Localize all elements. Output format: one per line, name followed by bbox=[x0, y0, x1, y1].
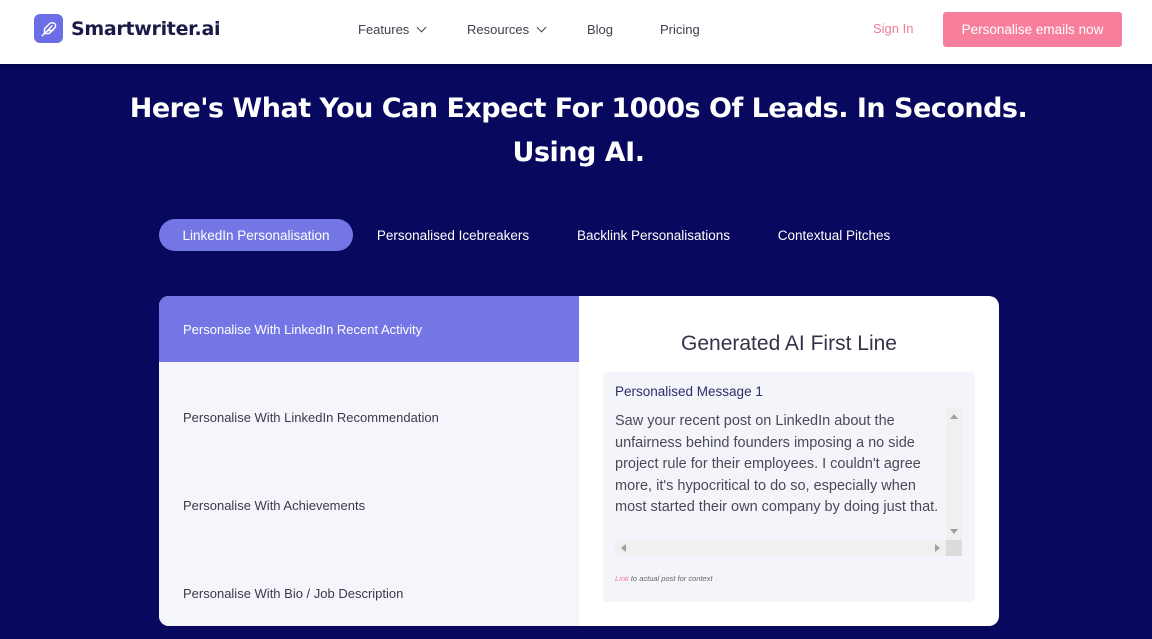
nav-blog-label: Blog bbox=[587, 21, 614, 37]
brand-name: Smartwriter.ai bbox=[71, 17, 221, 40]
page-title-line-2: Using AI. bbox=[512, 137, 645, 168]
option-achievements[interactable]: Personalise With Achievements bbox=[159, 472, 579, 538]
scroll-left-icon[interactable] bbox=[621, 544, 626, 552]
nav-resources-label: Resources bbox=[467, 21, 530, 37]
sign-in-link[interactable]: Sign In bbox=[873, 21, 913, 36]
tab-contextual-pitches[interactable]: Contextual Pitches bbox=[766, 219, 902, 251]
page-title-line-1: Here's What You Can Expect For 1000s Of … bbox=[129, 93, 1028, 124]
nav-features[interactable]: Features bbox=[358, 0, 427, 58]
site-header: Smartwriter.ai Features Resources Blog P… bbox=[0, 0, 1152, 64]
option-list: Personalise With LinkedIn Recent Activit… bbox=[159, 296, 579, 626]
page-title: Here's What You Can Expect For 1000s Of … bbox=[0, 87, 1152, 175]
personalisation-card: Personalise With LinkedIn Recent Activit… bbox=[159, 296, 999, 626]
nav-pricing[interactable]: Pricing bbox=[660, 0, 700, 58]
tab-personalised-icebreakers[interactable]: Personalised Icebreakers bbox=[364, 219, 542, 251]
context-note-text: to actual post for context bbox=[628, 574, 713, 583]
generated-title: Generated AI First Line bbox=[681, 332, 897, 355]
resize-handle[interactable] bbox=[946, 540, 962, 556]
context-note: Link to actual post for context bbox=[615, 574, 713, 583]
vertical-scrollbar[interactable] bbox=[946, 408, 962, 540]
nav-resources[interactable]: Resources bbox=[467, 0, 547, 58]
tab-linkedin-personalisation[interactable]: LinkedIn Personalisation bbox=[159, 219, 353, 251]
nav-pricing-label: Pricing bbox=[660, 21, 700, 37]
feather-icon bbox=[34, 14, 63, 43]
scroll-right-icon[interactable] bbox=[935, 544, 940, 552]
personalise-emails-button[interactable]: Personalise emails now bbox=[943, 12, 1122, 47]
nav-features-label: Features bbox=[358, 21, 410, 37]
message-panel: Personalised Message 1 Saw your recent p… bbox=[603, 372, 975, 602]
nav-blog[interactable]: Blog bbox=[587, 0, 613, 58]
message-text: Saw your recent post on LinkedIn about t… bbox=[615, 413, 939, 516]
option-linkedin-recommendation[interactable]: Personalise With LinkedIn Recommendation bbox=[159, 384, 579, 450]
chevron-down-icon bbox=[536, 22, 547, 32]
message-label: Personalised Message 1 bbox=[615, 384, 763, 399]
option-bio-job-description[interactable]: Personalise With Bio / Job Description bbox=[159, 560, 579, 626]
scroll-down-icon[interactable] bbox=[950, 529, 958, 534]
scroll-up-icon[interactable] bbox=[950, 414, 958, 419]
option-linkedin-recent-activity[interactable]: Personalise With LinkedIn Recent Activit… bbox=[159, 296, 579, 362]
post-link[interactable]: Link bbox=[615, 574, 629, 583]
message-textarea[interactable]: Saw your recent post on LinkedIn about t… bbox=[615, 408, 962, 556]
horizontal-scrollbar[interactable] bbox=[615, 540, 946, 556]
tab-backlink-personalisations[interactable]: Backlink Personalisations bbox=[563, 219, 744, 251]
brand-logo[interactable]: Smartwriter.ai bbox=[34, 14, 220, 43]
chevron-down-icon bbox=[416, 22, 427, 32]
